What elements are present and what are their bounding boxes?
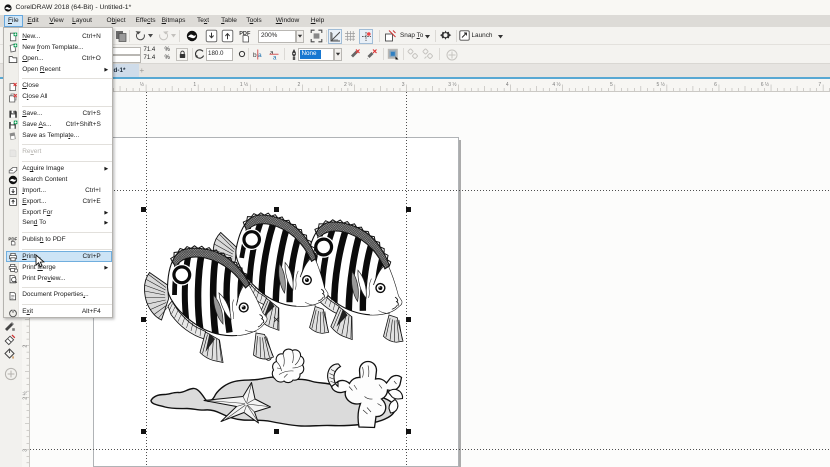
svg-text:5 ½: 5 ½ [657, 81, 666, 88]
svg-text:2 ½: 2 ½ [22, 391, 29, 400]
svg-text:2: 2 [23, 345, 29, 348]
svg-text:3: 3 [402, 82, 405, 88]
svg-text:6: 6 [714, 82, 717, 88]
svg-text:6 ½: 6 ½ [761, 81, 770, 88]
svg-text:7: 7 [818, 82, 821, 88]
svg-text:b: b [253, 52, 257, 59]
svg-text:1: 1 [193, 82, 196, 88]
svg-text:5: 5 [610, 82, 613, 88]
svg-text:2: 2 [298, 82, 301, 88]
svg-text:½: ½ [140, 81, 145, 88]
svg-text:a: a [273, 54, 277, 60]
svg-text:1 ½: 1 ½ [240, 81, 249, 88]
svg-text:4: 4 [506, 82, 509, 88]
svg-text:2 ½: 2 ½ [344, 81, 353, 88]
svg-text:PDF: PDF [9, 236, 18, 241]
svg-text:3 ½: 3 ½ [448, 81, 457, 88]
svg-text:4 ½: 4 ½ [552, 81, 561, 88]
svg-text:a: a [258, 52, 262, 59]
svg-text:3: 3 [23, 449, 29, 452]
